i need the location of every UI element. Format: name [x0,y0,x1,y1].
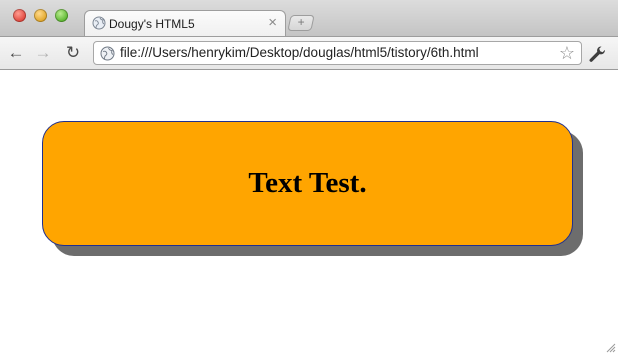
forward-button[interactable]: → [33,43,53,63]
new-tab-button[interactable]: + [287,15,315,31]
box-text: Text Test. [248,167,367,199]
page-content: Text Test. [0,70,618,355]
plus-icon: + [297,15,305,29]
window-minimize-button[interactable] [34,9,47,22]
text-test-box: Text Test. [42,121,573,246]
wrench-icon[interactable] [587,44,607,64]
window-maximize-button[interactable] [55,9,68,22]
reload-button[interactable]: ↻ [63,43,83,63]
window-close-button[interactable] [13,9,26,22]
resize-grip-icon[interactable] [604,341,616,353]
browser-window: Dougy's HTML5 × + ← → ↻ file:///Users/he… [0,0,618,355]
bookmark-star-icon[interactable]: ☆ [559,43,575,63]
toolbar: ← → ↻ file:///Users/henrykim/Desktop/dou… [0,36,618,70]
globe-icon [92,16,106,30]
address-bar[interactable]: file:///Users/henrykim/Desktop/douglas/h… [93,41,582,65]
url-text[interactable]: file:///Users/henrykim/Desktop/douglas/h… [120,45,479,60]
tab-close-icon[interactable]: × [268,14,277,32]
globe-icon [100,46,115,61]
title-bar: Dougy's HTML5 × + [0,0,618,36]
tab-dougys-html5[interactable]: Dougy's HTML5 × [84,10,286,36]
tab-title: Dougy's HTML5 [109,17,195,31]
back-button[interactable]: ← [6,43,26,63]
